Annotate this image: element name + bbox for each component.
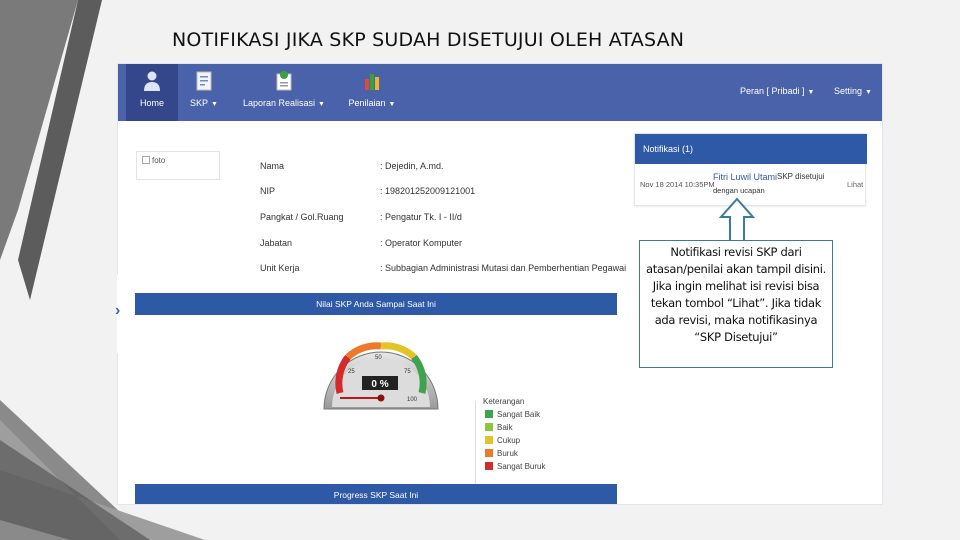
- legend-swatch: [485, 423, 493, 431]
- nav-home[interactable]: Home: [126, 64, 178, 121]
- chevron-right-icon[interactable]: ›: [115, 302, 120, 320]
- nav-peran-dropdown[interactable]: Peran [ Pribadi ] ▼: [740, 86, 814, 96]
- profile-key: NIP: [260, 186, 276, 196]
- nav-laporan-realisasi[interactable]: Laporan Realisasi ▼: [242, 64, 326, 121]
- profile-photo-alt: foto: [152, 156, 166, 165]
- notification-user-link[interactable]: Fitri Luwil Utami: [713, 172, 777, 182]
- chevron-down-icon: ▼: [388, 101, 396, 108]
- legend-item: Baik: [485, 423, 513, 432]
- profile-value: : Subbagian Administrasi Mutasi dan Pemb…: [380, 263, 627, 273]
- gauge-tick: 50: [375, 355, 382, 361]
- profile-key: Unit Kerja: [260, 263, 300, 273]
- navbar: Home SKP ▼ Laporan Realisasi ▼ Penilaian…: [118, 64, 882, 121]
- nav-penilaian-label: Penilaian: [348, 98, 386, 108]
- gauge-tick: 100: [407, 397, 418, 403]
- user-icon: [144, 71, 160, 91]
- skp-gauge: 25 50 75 100 0 %: [323, 342, 439, 410]
- gauge-header: Nilai SKP Anda Sampai Saat Ini: [135, 293, 617, 315]
- up-arrow-icon: [719, 197, 755, 242]
- lihat-button[interactable]: Lihat: [847, 180, 863, 189]
- legend-label: Sangat Buruk: [497, 462, 546, 471]
- bar-chart-icon: [365, 74, 379, 90]
- legend-swatch: [485, 449, 493, 457]
- slide-title: NOTIFIKASI JIKA SKP SUDAH DISETUJUI OLEH…: [172, 29, 685, 51]
- profile-key: Jabatan: [260, 238, 293, 248]
- profile-value: : 198201252009121001: [380, 186, 476, 196]
- nav-skp[interactable]: SKP ▼: [186, 64, 222, 121]
- gauge-tick: 75: [404, 369, 411, 375]
- chevron-down-icon: ▼: [807, 89, 815, 96]
- legend-item: Sangat Buruk: [485, 462, 545, 471]
- legend-swatch: [485, 462, 493, 470]
- progress-header: Progress SKP Saat Ini: [135, 484, 617, 504]
- nav-penilaian[interactable]: Penilaian ▼: [346, 64, 398, 121]
- nav-laporan-label: Laporan Realisasi: [243, 98, 316, 108]
- nav-skp-label: SKP: [190, 98, 209, 108]
- document-icon: [196, 71, 212, 91]
- nav-home-label: Home: [139, 98, 164, 108]
- profile-value: : Dejedin, A.md.: [380, 161, 444, 171]
- callout-box: Notifikasi revisi SKP dari atasan/penila…: [639, 240, 833, 368]
- legend-swatch: [485, 410, 493, 418]
- notification-message: SKP disetujui: [777, 172, 825, 181]
- report-icon: [276, 71, 292, 91]
- legend-label: Sangat Baik: [497, 410, 541, 419]
- gauge-tick: 25: [348, 369, 355, 375]
- gauge-hub: [377, 394, 385, 402]
- legend-title: Keterangan: [483, 397, 525, 406]
- profile-value: : Operator Komputer: [380, 238, 463, 248]
- nav-peran-label: Peran [ Pribadi ]: [740, 86, 805, 96]
- profile-value: : Pengatur Tk. I - II/d: [380, 212, 462, 222]
- nav-setting-label: Setting: [834, 86, 863, 96]
- nav-setting-dropdown[interactable]: Setting ▼: [834, 86, 872, 96]
- notification-header: Notifikasi (1): [635, 134, 867, 164]
- notification-subtext: dengan ucapan: [713, 186, 765, 195]
- legend-label: Buruk: [497, 449, 518, 458]
- notification-panel: Notifikasi (1) Nov 18 2014 10:35PM Fitri…: [634, 133, 867, 206]
- chevron-down-icon: ▼: [211, 101, 218, 108]
- legend-label: Baik: [497, 423, 513, 432]
- legend-item: Buruk: [485, 449, 518, 458]
- broken-image-icon: [142, 156, 150, 164]
- profile-key: Nama: [260, 161, 285, 171]
- notification-time: Nov 18 2014 10:35PM: [640, 180, 715, 189]
- profile-key: Pangkat / Gol.Ruang: [260, 212, 344, 222]
- chevron-down-icon: ▼: [318, 101, 325, 108]
- legend-label: Cukup: [497, 436, 521, 445]
- profile-photo: foto: [136, 151, 220, 180]
- legend-swatch: [485, 436, 493, 444]
- legend-item: Cukup: [485, 436, 520, 445]
- gauge-readout: 0 %: [371, 379, 388, 390]
- legend-item: Sangat Baik: [485, 410, 540, 419]
- chevron-down-icon: ▼: [865, 89, 872, 96]
